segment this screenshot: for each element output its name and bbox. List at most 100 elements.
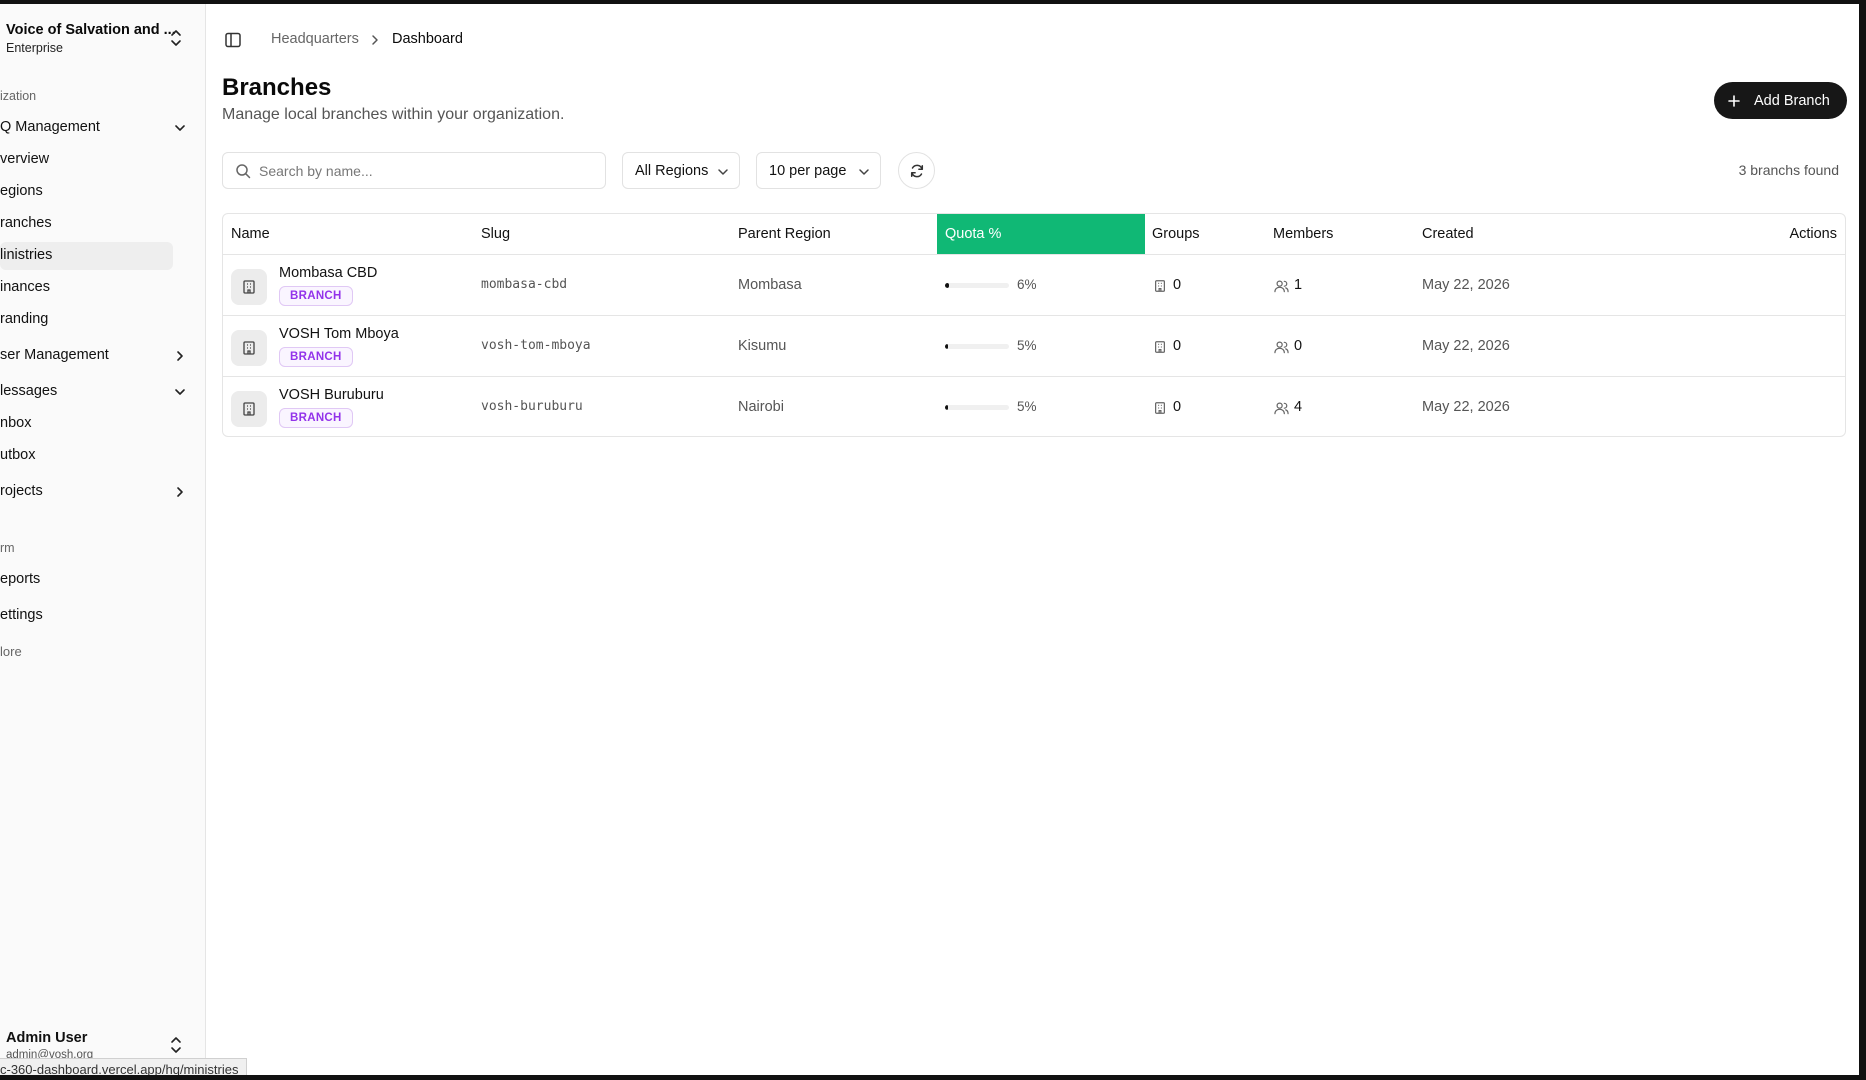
branch-region: Nairobi [738,399,784,415]
building-icon [1155,280,1165,292]
sidebar-item-regions[interactable]: egions [0,183,43,199]
column-header-parent-region[interactable]: Parent Region [738,214,831,254]
table-row[interactable]: Mombasa CBD BRANCH mombasa-cbd Mombasa 6… [223,255,1845,316]
quota-progress-bar [945,405,1009,410]
quota-progress-fill [945,405,949,410]
created-date: May 22, 2026 [1422,399,1510,415]
table-row[interactable]: VOSH Tom Mboya BRANCH vosh-tom-mboya Kis… [223,316,1845,377]
sidebar-item-user-management[interactable]: ser Management [0,347,109,363]
sidebar-item-branches[interactable]: ranches [0,215,52,231]
add-branch-button[interactable]: Add Branch [1714,82,1847,119]
users-icon [1274,341,1289,354]
members-count: 0 [1294,338,1303,354]
sidebar-item-ministries[interactable]: linistries [0,247,52,263]
sidebar-section-organization: ization [0,89,37,103]
search-box [222,152,606,189]
chevron-right-icon[interactable] [174,486,186,498]
page-subtitle: Manage local branches within your organi… [222,106,565,123]
breadcrumb-parent[interactable]: Headquarters [271,31,359,47]
chevron-right-icon [372,35,378,45]
groups-count: 0 [1173,338,1182,354]
branch-region: Mombasa [738,277,802,293]
branch-avatar [231,330,267,366]
column-header-groups[interactable]: Groups [1152,214,1200,254]
search-input[interactable] [259,161,589,181]
sidebar-item-branding[interactable]: randing [0,311,48,327]
quota-progress-fill [945,283,949,288]
per-page-select[interactable]: 10 per page [756,152,881,189]
sidebar-item-messages[interactable]: lessages [0,383,57,399]
groups-count: 0 [1173,277,1182,293]
chevrons-up-down-icon [171,30,181,46]
building-icon [243,280,255,294]
chevron-right-icon[interactable] [174,350,186,362]
branch-region: Kisumu [738,338,787,354]
quota-percent: 5% [1017,338,1037,353]
building-icon [1155,402,1165,414]
branch-avatar [231,391,267,427]
sidebar-toggle-icon[interactable] [224,31,242,49]
sidebar-item-outbox[interactable]: utbox [0,447,35,463]
branch-type-badge: BRANCH [279,408,353,428]
region-filter-value: All Regions [635,162,709,179]
created-date: May 22, 2026 [1422,277,1510,293]
branch-type-badge: BRANCH [279,347,353,367]
branch-slug: mombasa-cbd [481,277,568,292]
org-plan: Enterprise [6,41,63,55]
members-count: 4 [1294,399,1303,415]
refresh-icon [910,164,924,178]
user-name: Admin User [6,1030,88,1046]
quota-progress-bar [945,283,1009,288]
org-name: Voice of Salvation and ... [6,22,176,38]
branch-avatar [231,269,267,305]
sidebar-item-finances[interactable]: inances [0,279,50,295]
sidebar-item-settings[interactable]: ettings [0,607,43,623]
created-date: May 22, 2026 [1422,338,1510,354]
users-icon [1274,402,1289,415]
app-window: Voice of Salvation and ... Enterprise iz… [0,0,1866,1080]
per-page-value: 10 per page [769,162,847,179]
quota-percent: 5% [1017,399,1037,414]
chevron-down-icon [718,169,728,175]
sidebar-item-inbox[interactable]: nbox [0,415,31,431]
quota-progress-fill [945,344,949,349]
column-header-quota[interactable]: Quota % [937,214,1145,254]
breadcrumb-current: Dashboard [392,31,463,47]
sidebar-item-projects[interactable]: rojects [0,483,43,499]
link-status-bar: c-360-dashboard.vercel.app/hq/ministries [0,1058,248,1075]
building-icon [1155,341,1165,353]
branch-name[interactable]: VOSH Tom Mboya [279,326,399,342]
branch-name[interactable]: Mombasa CBD [279,265,377,281]
plus-icon [1728,94,1740,107]
column-header-actions: Actions [1789,226,1837,242]
chevrons-up-down-icon [171,1037,181,1053]
building-icon [243,402,255,416]
chevron-down-icon [859,169,869,175]
table-row[interactable]: VOSH Buruburu BRANCH vosh-buruburu Nairo… [223,377,1845,436]
page-title: Branches [222,74,332,101]
user-menu[interactable]: Admin User admin@vosh.org [6,1022,196,1062]
branch-slug: vosh-buruburu [481,399,583,414]
quota-progress-bar [945,344,1009,349]
sidebar-item-hq-management[interactable]: Q Management [0,119,100,135]
sidebar: Voice of Salvation and ... Enterprise iz… [0,4,206,1075]
chevron-down-icon[interactable] [174,386,186,398]
refresh-button[interactable] [898,152,935,189]
region-filter-select[interactable]: All Regions [622,152,740,189]
column-header-name[interactable]: Name [231,214,270,254]
sidebar-item-reports[interactable]: eports [0,571,40,587]
groups-count: 0 [1173,399,1182,415]
column-header-created[interactable]: Created [1422,214,1474,254]
sidebar-item-more[interactable]: lore [0,644,22,659]
add-branch-label: Add Branch [1754,92,1830,109]
search-icon [236,164,251,179]
branch-name[interactable]: VOSH Buruburu [279,387,384,403]
column-header-slug[interactable]: Slug [481,214,510,254]
building-icon [243,341,255,355]
members-count: 1 [1294,277,1303,293]
org-switcher[interactable]: Voice of Salvation and ... Enterprise [6,18,196,58]
sidebar-item-overview[interactable]: verview [0,151,49,167]
chevron-down-icon[interactable] [174,122,186,134]
branches-table: Name Slug Parent Region Quota % Groups M… [222,213,1846,437]
column-header-members[interactable]: Members [1273,214,1333,254]
